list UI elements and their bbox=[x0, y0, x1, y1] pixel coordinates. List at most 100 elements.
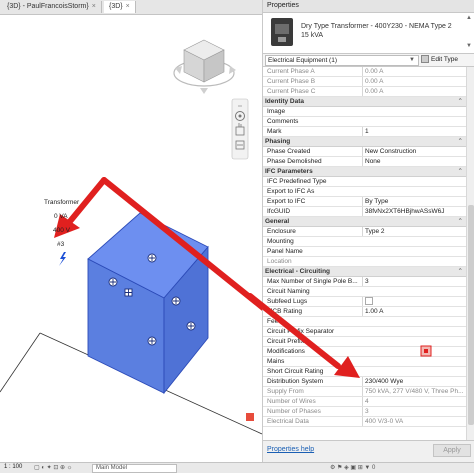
tab-3d-paulfrancoisstorm[interactable]: {3D} - PaulFrancoisStorm} × bbox=[2, 1, 102, 13]
collapse-icon[interactable]: ⌃ bbox=[458, 97, 463, 106]
connector-icon[interactable] bbox=[108, 277, 118, 287]
property-row[interactable]: Electrical Data 400 V/3-0 VA bbox=[263, 417, 466, 427]
scrollbar-thumb[interactable] bbox=[468, 205, 474, 425]
property-label: Current Phase C bbox=[267, 88, 316, 95]
property-label: Short Circuit Rating bbox=[267, 368, 324, 375]
collapse-icon[interactable]: ⌃ bbox=[458, 137, 463, 146]
connector-icon[interactable] bbox=[171, 296, 181, 306]
property-row[interactable]: Current Phase A 0.00 A bbox=[263, 67, 466, 77]
property-row[interactable]: Current Phase C 0.00 A bbox=[263, 87, 466, 97]
property-value[interactable]: 230/400 Wye bbox=[362, 377, 466, 386]
collapse-icon[interactable]: ⌃ bbox=[458, 217, 463, 226]
edit-type-button[interactable]: Edit Type bbox=[421, 55, 471, 64]
group-header-identity-data[interactable]: Identity Data ⌃ bbox=[263, 97, 466, 107]
property-row[interactable]: IfcGUID 38fvNx2XT6HBjhwASsW6J bbox=[263, 207, 466, 217]
property-value: 4 bbox=[362, 397, 466, 406]
property-label: Modifications bbox=[267, 348, 305, 355]
collapse-icon[interactable]: ⌃ bbox=[458, 167, 463, 176]
property-row[interactable]: Mark 1 bbox=[263, 127, 466, 137]
property-value[interactable]: New Construction bbox=[362, 147, 466, 156]
element-number-label: #3 bbox=[57, 241, 65, 248]
property-row[interactable]: Circuit Naming bbox=[263, 287, 466, 297]
group-title: Electrical - Circuiting bbox=[265, 268, 331, 275]
property-value[interactable]: Type 2 bbox=[362, 227, 466, 236]
warning-icon[interactable] bbox=[246, 413, 254, 421]
property-row[interactable]: Image bbox=[263, 107, 466, 117]
subfeed-lugs-checkbox[interactable] bbox=[365, 297, 373, 306]
type-name: Dry Type Transformer - 400Y230 - NEMA Ty… bbox=[301, 23, 452, 39]
element-filter-dropdown[interactable]: Electrical Equipment (1) ▼ bbox=[265, 55, 419, 66]
view-scale[interactable]: 1 : 100 bbox=[4, 464, 22, 470]
property-label: Export to IFC As bbox=[267, 188, 315, 195]
property-row[interactable]: Export to IFC By Type bbox=[263, 197, 466, 207]
property-value[interactable] bbox=[362, 297, 466, 306]
property-row[interactable]: Max Number of Single Pole B... 3 bbox=[263, 277, 466, 287]
close-icon[interactable]: × bbox=[126, 3, 130, 10]
property-row[interactable]: Comments bbox=[263, 117, 466, 127]
property-row[interactable]: Short Circuit Rating bbox=[263, 367, 466, 377]
property-label: IFC Predefined Type bbox=[267, 178, 327, 185]
element-name-label: Transformer bbox=[44, 199, 80, 206]
tab-3d[interactable]: {3D} × bbox=[104, 1, 136, 13]
group-header-ifc-parameters[interactable]: IFC Parameters ⌃ bbox=[263, 167, 466, 177]
view-control-icons[interactable]: ▢ ◐ ✦ ⊡ ⊕ ☼ bbox=[34, 464, 72, 471]
model-canvas[interactable] bbox=[0, 15, 262, 462]
property-row[interactable]: Phase Demolished None bbox=[263, 157, 466, 167]
properties-help-link[interactable]: Properties help bbox=[267, 446, 314, 453]
property-value[interactable]: None bbox=[362, 157, 466, 166]
property-row[interactable]: Phase Created New Construction bbox=[263, 147, 466, 157]
properties-title: Properties bbox=[263, 0, 474, 13]
property-row[interactable]: Feed bbox=[263, 317, 466, 327]
property-row[interactable]: IFC Predefined Type bbox=[263, 177, 466, 187]
connector-icon[interactable] bbox=[186, 321, 196, 331]
connector-icon[interactable] bbox=[147, 336, 157, 346]
property-value[interactable]: 3 bbox=[362, 277, 466, 286]
property-row[interactable]: Mounting bbox=[263, 237, 466, 247]
apply-button[interactable]: Apply bbox=[433, 444, 471, 457]
property-row[interactable]: Panel Name bbox=[263, 247, 466, 257]
property-row[interactable]: Supply From 750 kVA, 277 V/480 V, Three P… bbox=[263, 387, 466, 397]
group-header-phasing[interactable]: Phasing ⌃ bbox=[263, 137, 466, 147]
selection-filter-icons[interactable]: ⚙ ⚑ ◈ ▣ ⊞ ▼ 0 bbox=[330, 464, 375, 471]
collapse-icon[interactable]: ⌃ bbox=[458, 267, 463, 276]
property-row[interactable]: Current Phase B 0.00 A bbox=[263, 77, 466, 87]
property-value[interactable]: 1.00 A bbox=[362, 307, 466, 316]
transformer-type-icon bbox=[271, 18, 293, 46]
navigation-bar[interactable] bbox=[231, 98, 249, 160]
property-value: 400 V/3-0 VA bbox=[362, 417, 466, 426]
power-connector-icon[interactable] bbox=[59, 252, 66, 266]
connector-icon[interactable] bbox=[147, 253, 157, 263]
property-row[interactable]: Modifications bbox=[263, 347, 466, 357]
group-header-general[interactable]: General ⌃ bbox=[263, 217, 466, 227]
chevron-up-icon[interactable]: ▲ bbox=[466, 15, 472, 21]
property-row[interactable]: Number of Wires 4 bbox=[263, 397, 466, 407]
group-header-electrical-circuiting[interactable]: Electrical - Circuiting ⌃ bbox=[263, 267, 466, 277]
property-row[interactable]: Number of Phases 3 bbox=[263, 407, 466, 417]
property-row[interactable]: MCB Rating 1.00 A bbox=[263, 307, 466, 317]
property-row[interactable]: Location bbox=[263, 257, 466, 267]
chevron-down-icon: ▼ bbox=[409, 57, 415, 63]
property-label: Mains bbox=[267, 358, 285, 365]
property-row[interactable]: Export to IFC As bbox=[263, 187, 466, 197]
connector-icon[interactable] bbox=[124, 288, 133, 297]
property-row[interactable]: Circuit Prefix bbox=[263, 337, 466, 347]
chevron-down-icon[interactable]: ▼ bbox=[466, 43, 472, 49]
property-row[interactable]: Enclosure Type 2 bbox=[263, 227, 466, 237]
property-label: Feed bbox=[267, 318, 282, 325]
properties-scrollbar[interactable] bbox=[466, 67, 474, 440]
transformer-element[interactable] bbox=[87, 212, 209, 395]
type-selector[interactable]: Dry Type Transformer - 400Y230 - NEMA Ty… bbox=[263, 13, 474, 54]
3d-viewport[interactable]: {3D} - PaulFrancoisStorm} × {3D} × Trans… bbox=[0, 0, 263, 462]
property-row[interactable]: Distribution System 230/400 Wye bbox=[263, 377, 466, 387]
viewcube[interactable] bbox=[173, 39, 236, 94]
property-value[interactable]: 1 bbox=[362, 127, 466, 136]
property-label: Enclosure bbox=[267, 228, 296, 235]
property-row[interactable]: Mains bbox=[263, 357, 466, 367]
property-value[interactable]: 38fvNx2XT6HBjhwASsW6J bbox=[362, 207, 466, 216]
property-row[interactable]: Circuit Prefix Separator bbox=[263, 327, 466, 337]
property-label: Image bbox=[267, 108, 286, 115]
property-row[interactable]: Subfeed Lugs bbox=[263, 297, 466, 307]
property-value[interactable]: By Type bbox=[362, 197, 466, 206]
close-icon[interactable]: × bbox=[92, 3, 96, 10]
property-label: Number of Phases bbox=[267, 408, 321, 415]
